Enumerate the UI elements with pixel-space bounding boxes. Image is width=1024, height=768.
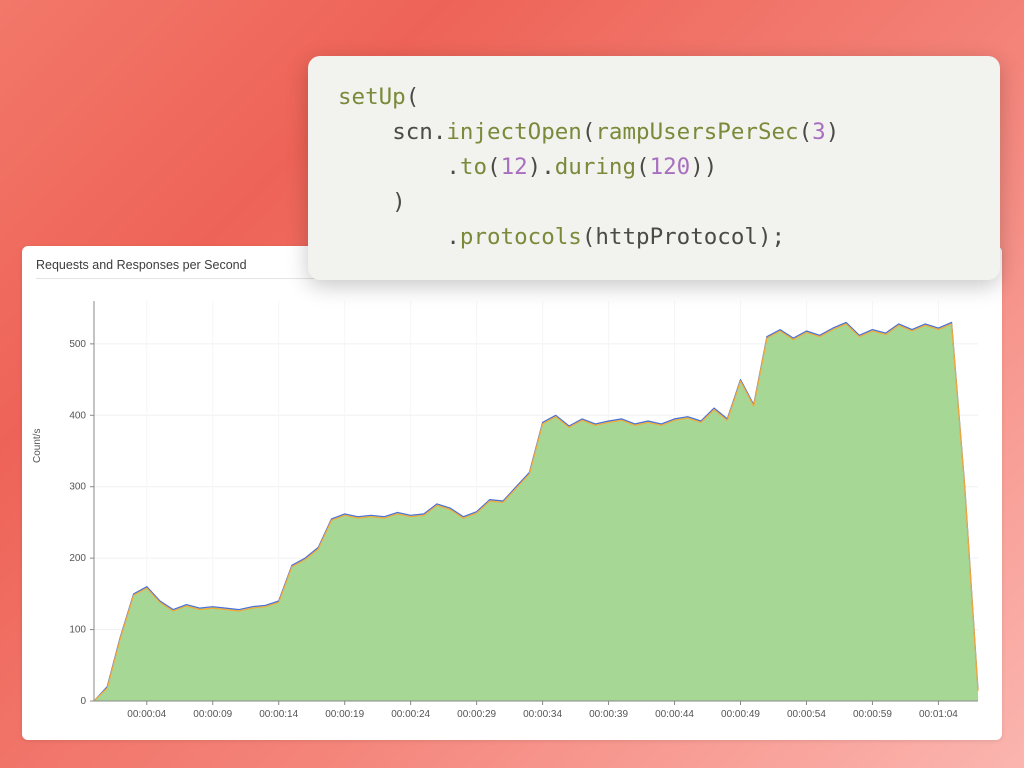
code-token: ( <box>406 84 420 110</box>
code-token: ( <box>582 224 596 250</box>
y-tick-label: 400 <box>69 410 86 421</box>
code-token: 3 <box>812 119 826 145</box>
x-tick-label: 00:00:59 <box>853 709 892 720</box>
code-snippet: setUp( scn.injectOpen(rampUsersPerSec(3)… <box>308 56 1000 280</box>
chart-body: Count/s 010020030040050000:00:0400:00:09… <box>36 283 988 733</box>
code-token: protocols <box>460 224 582 250</box>
x-tick-label: 00:01:04 <box>919 709 958 720</box>
code-token: ( <box>799 119 813 145</box>
code-token: ( <box>487 154 501 180</box>
code-line: ) <box>338 185 970 220</box>
x-tick-label: 00:00:49 <box>721 709 760 720</box>
code-line: .protocols(httpProtocol); <box>338 220 970 255</box>
code-token: to <box>460 154 487 180</box>
code-token: rampUsersPerSec <box>595 119 798 145</box>
code-token: 12 <box>501 154 528 180</box>
y-tick-label: 500 <box>69 339 86 350</box>
code-line: setUp( <box>338 80 970 115</box>
code-token: . <box>433 119 447 145</box>
code-line: scn.injectOpen(rampUsersPerSec(3) <box>338 115 970 150</box>
x-tick-label: 00:00:14 <box>259 709 298 720</box>
x-tick-label: 00:00:39 <box>589 709 628 720</box>
code-token: ). <box>528 154 555 180</box>
x-tick-label: 00:00:34 <box>523 709 562 720</box>
x-tick-label: 00:00:24 <box>391 709 430 720</box>
code-line: .to(12).during(120)) <box>338 150 970 185</box>
code-token: )) <box>690 154 717 180</box>
code-token: ( <box>636 154 650 180</box>
code-token <box>338 119 392 145</box>
code-token: injectOpen <box>446 119 581 145</box>
chart-panel: Requests and Responses per Second Count/… <box>22 246 1002 740</box>
y-tick-label: 300 <box>69 482 86 493</box>
code-token: scn <box>392 119 433 145</box>
code-token: 120 <box>650 154 691 180</box>
code-token: httpProtocol <box>595 224 758 250</box>
x-tick-label: 00:00:19 <box>325 709 364 720</box>
y-tick-label: 200 <box>69 553 86 564</box>
code-token: ( <box>582 119 596 145</box>
x-tick-label: 00:00:04 <box>127 709 166 720</box>
x-tick-label: 00:00:44 <box>655 709 694 720</box>
code-token: ) <box>826 119 840 145</box>
area-chart: 0 100 200 300 400 500 00:00:04 00:00:09 00:00:14… <box>36 283 988 733</box>
code-token: . <box>338 154 460 180</box>
code-token: ) <box>338 189 406 215</box>
y-tick-label: 100 <box>69 625 86 636</box>
code-token: setUp <box>338 84 406 110</box>
code-token: ); <box>758 224 785 250</box>
x-tick-label: 00:00:54 <box>787 709 826 720</box>
x-tick-label: 00:00:29 <box>457 709 496 720</box>
x-tick-label: 00:00:09 <box>193 709 232 720</box>
code-token: during <box>555 154 636 180</box>
y-tick-label: 0 <box>80 696 86 707</box>
code-token: . <box>338 224 460 250</box>
